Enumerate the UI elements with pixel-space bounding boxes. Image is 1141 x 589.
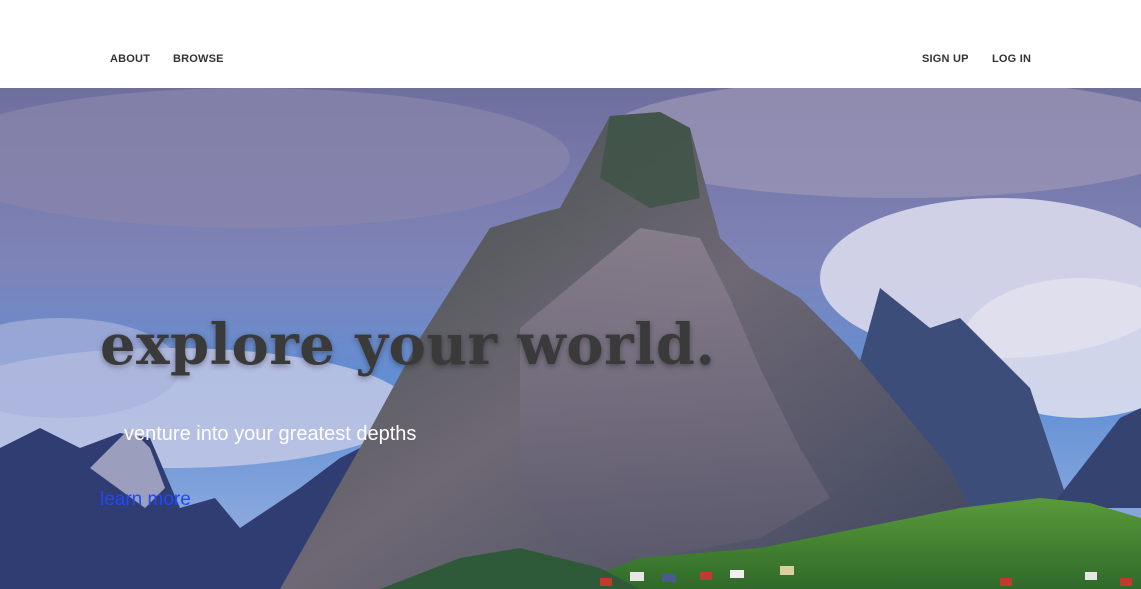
nav-signup-link[interactable]: SIGN UP xyxy=(922,53,969,65)
hero-section: explore your world. venture into your gr… xyxy=(0,88,1141,589)
nav-login-link[interactable]: LOG IN xyxy=(992,53,1031,65)
hero-tagline: venture into your greatest depths xyxy=(124,423,417,445)
nav-browse-link[interactable]: BROWSE xyxy=(173,53,224,65)
learn-more-link[interactable]: learn more xyxy=(100,489,191,511)
top-navbar: ABOUT BROWSE SIGN UP LOG IN xyxy=(0,0,1141,88)
hero-headline: explore your world. xyxy=(100,312,716,378)
nav-about-link[interactable]: ABOUT xyxy=(110,53,150,65)
